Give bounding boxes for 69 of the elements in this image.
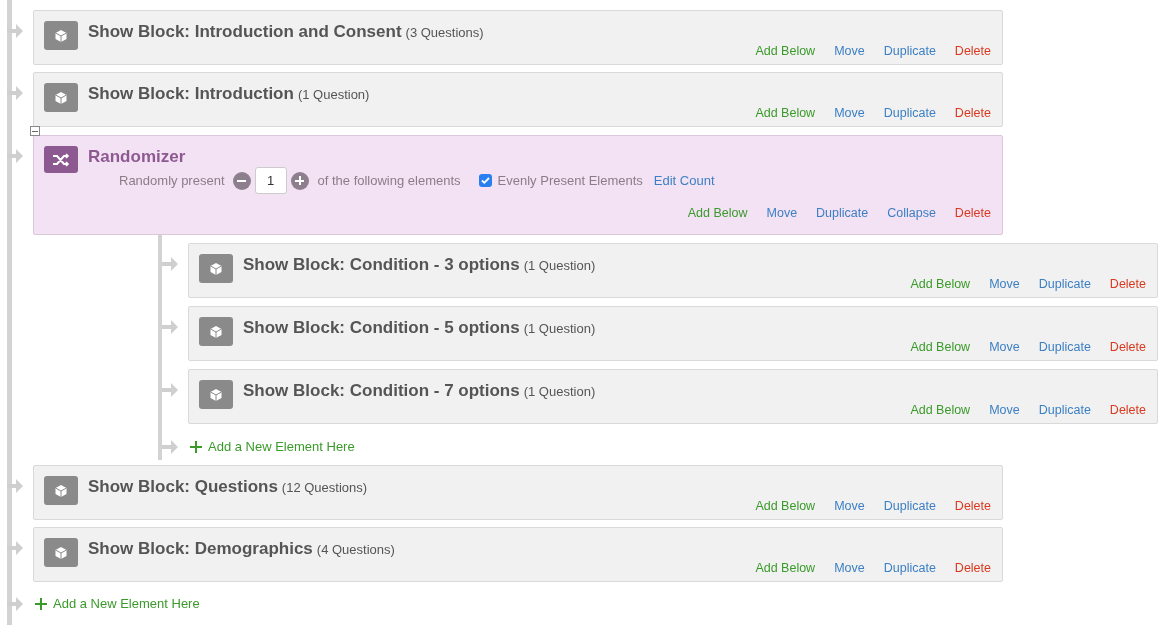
- shuffle-icon: [44, 146, 78, 173]
- action-link[interactable]: Add Below: [910, 338, 971, 357]
- block-title: Show Block: Questions: [88, 476, 278, 496]
- checkbox-label: Evenly Present Elements: [497, 171, 643, 190]
- action-link[interactable]: Duplicate: [883, 559, 936, 578]
- block-title: Show Block: Introduction: [88, 83, 294, 103]
- action-link[interactable]: Delete: [954, 204, 991, 223]
- question-count: (12 Questions): [281, 479, 368, 495]
- action-link[interactable]: Duplicate: [883, 104, 936, 123]
- action-link[interactable]: Move: [834, 559, 865, 578]
- edit-count-link[interactable]: Edit Count: [653, 170, 715, 191]
- action-link[interactable]: Move: [766, 204, 798, 223]
- action-link[interactable]: Duplicate: [1038, 401, 1091, 420]
- action-link[interactable]: Delete: [1109, 275, 1146, 294]
- action-link[interactable]: Move: [834, 42, 865, 61]
- action-link[interactable]: Delete: [954, 497, 991, 516]
- action-link[interactable]: Add Below: [687, 204, 748, 223]
- decrement-button[interactable]: [232, 171, 251, 190]
- action-link[interactable]: Move: [989, 275, 1020, 294]
- action-link[interactable]: Delete: [1109, 338, 1146, 357]
- action-link[interactable]: Duplicate: [883, 42, 936, 61]
- block-icon: [199, 317, 233, 346]
- randomizer-title: Randomizer: [88, 145, 186, 168]
- block-title: Show Block: Demographics: [88, 538, 313, 558]
- randomizer-label: Randomly present: [119, 171, 225, 190]
- action-link[interactable]: Add Below: [755, 42, 816, 61]
- question-count: (4 Questions): [316, 541, 395, 557]
- question-count: (1 Question): [297, 86, 370, 102]
- action-link[interactable]: Add Below: [755, 559, 816, 578]
- action-link[interactable]: Duplicate: [883, 497, 936, 516]
- action-link[interactable]: Add Below: [910, 401, 971, 420]
- add-element-link[interactable]: Add a New Element Here: [188, 436, 355, 457]
- action-link[interactable]: Duplicate: [1038, 275, 1091, 294]
- block-title: Show Block: Condition - 3 options: [243, 254, 520, 274]
- action-link[interactable]: Delete: [1109, 401, 1146, 420]
- action-link[interactable]: Delete: [954, 42, 991, 61]
- randomizer-label: of the following elements: [317, 171, 461, 190]
- action-link[interactable]: Move: [989, 401, 1020, 420]
- action-link[interactable]: Delete: [954, 104, 991, 123]
- block-icon: [44, 538, 78, 567]
- action-link[interactable]: Duplicate: [1038, 338, 1091, 357]
- action-link[interactable]: Add Below: [910, 275, 971, 294]
- block-icon: [44, 83, 78, 112]
- block-icon: [44, 476, 78, 505]
- add-element-link[interactable]: Add a New Element Here: [33, 593, 200, 614]
- question-count: (3 Questions): [405, 24, 484, 40]
- plus-icon: [35, 597, 47, 610]
- question-count: (1 Question): [523, 257, 596, 273]
- increment-button[interactable]: [290, 171, 309, 190]
- action-link[interactable]: Move: [989, 338, 1020, 357]
- action-link[interactable]: Move: [834, 104, 865, 123]
- action-link[interactable]: Add Below: [755, 104, 816, 123]
- block-icon: [199, 254, 233, 283]
- action-link[interactable]: Add Below: [755, 497, 816, 516]
- action-link[interactable]: Delete: [954, 559, 991, 578]
- collapse-toggle[interactable]: [30, 126, 40, 136]
- block-icon: [199, 380, 233, 409]
- checkbox[interactable]: [478, 174, 492, 187]
- action-link[interactable]: Move: [834, 497, 865, 516]
- action-link[interactable]: Duplicate: [816, 204, 869, 223]
- plus-icon: [190, 440, 202, 453]
- block-title: Show Block: Condition - 7 options: [243, 380, 520, 400]
- block-title: Show Block: Introduction and Consent: [88, 21, 402, 41]
- block-icon: [44, 21, 78, 50]
- count-field[interactable]: 1: [254, 167, 287, 194]
- block-title: Show Block: Condition - 5 options: [243, 317, 520, 337]
- action-link[interactable]: Collapse: [887, 204, 936, 223]
- question-count: (1 Question): [523, 383, 596, 399]
- question-count: (1 Question): [523, 320, 596, 336]
